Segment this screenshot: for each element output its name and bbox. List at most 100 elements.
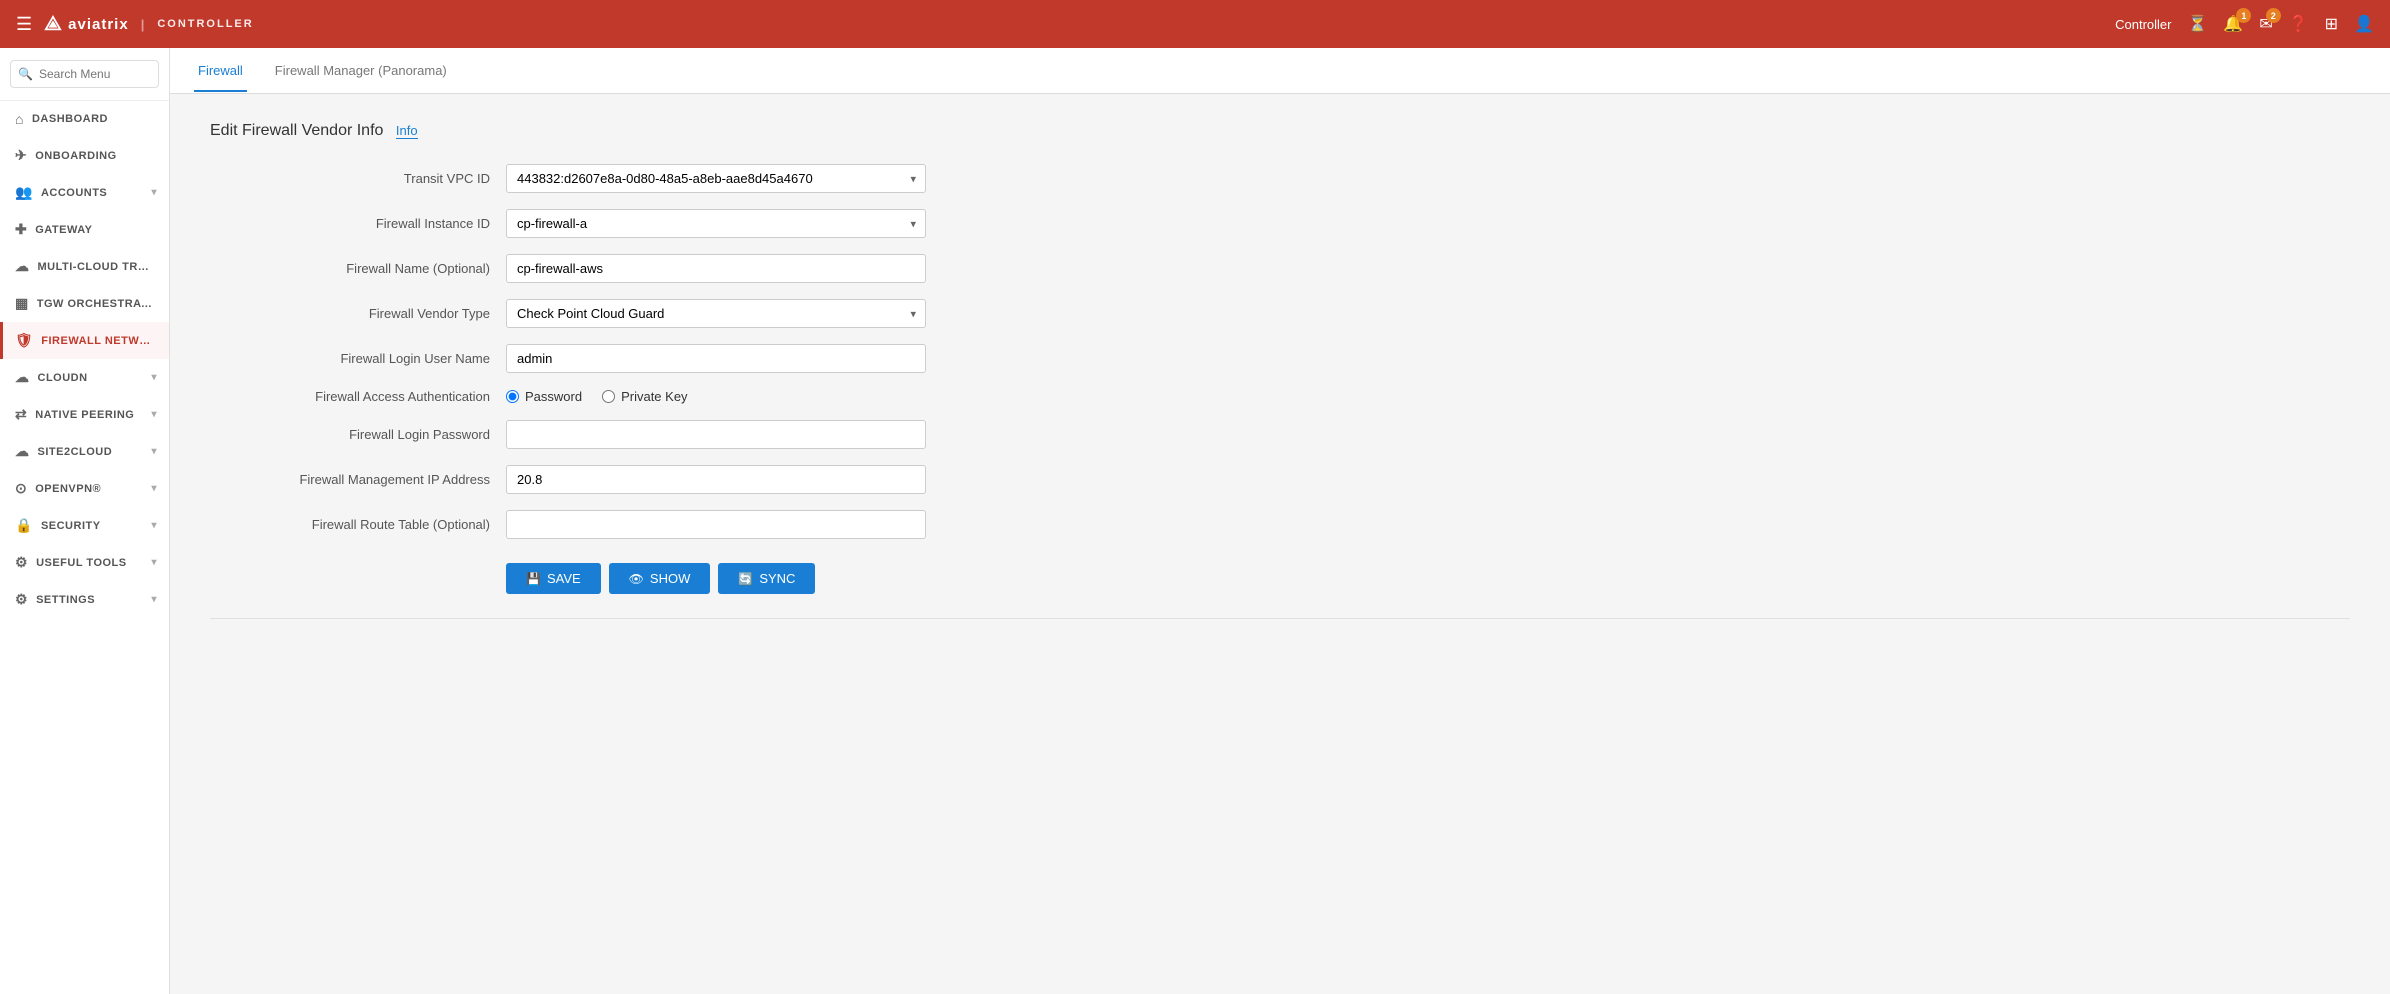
sidebar-item-label: Gateway [35, 224, 92, 236]
sidebar-item-multi-cloud[interactable]: ☁ Multi-Cloud Tran… [0, 248, 169, 285]
sidebar-item-settings[interactable]: ⚙ Settings ▾ [0, 581, 169, 618]
route-table-control [506, 510, 926, 539]
mgmt-ip-row: Firewall Management IP Address [210, 465, 1110, 494]
user-icon[interactable]: 👤 [2354, 14, 2374, 34]
sidebar-item-label: Site2Cloud [38, 446, 113, 458]
chevron-down-icon: ▾ [151, 187, 157, 198]
firewall-instance-id-row: Firewall Instance ID cp-firewall-a [210, 209, 1110, 238]
sidebar-item-label: TGW Orchestrato… [37, 298, 157, 310]
sidebar-item-label: Multi-Cloud Tran… [38, 261, 158, 273]
login-username-input[interactable] [506, 344, 926, 373]
sync-icon: 🔄 [738, 572, 753, 586]
show-button[interactable]: 👁 SHOW [609, 563, 711, 594]
firewall-instance-id-select[interactable]: cp-firewall-a [506, 209, 926, 238]
auth-row: Firewall Access Authentication Password … [210, 389, 1110, 404]
firewall-vendor-control: Check Point Cloud Guard Palo Alto Fortin… [506, 299, 926, 328]
chevron-down-icon: ▾ [151, 594, 157, 605]
tab-firewall[interactable]: Firewall [194, 51, 247, 92]
transit-vpc-id-row: Transit VPC ID 443832:d2607e8a-0d80-48a5… [210, 164, 1110, 193]
auth-privatekey-option[interactable]: Private Key [602, 389, 687, 404]
sidebar: 🔍 ⌂ Dashboard ✈ Onboarding 👥 Accounts ▾ … [0, 48, 170, 994]
firewall-vendor-label: Firewall Vendor Type [210, 306, 490, 321]
login-password-row: Firewall Login Password [210, 420, 1110, 449]
firewall-vendor-select[interactable]: Check Point Cloud Guard Palo Alto Fortin… [506, 299, 926, 328]
tab-bar: Firewall Firewall Manager (Panorama) [170, 48, 2390, 94]
dashboard-nav-icon: ⌂ [15, 111, 24, 127]
logo-separator: | [141, 17, 146, 32]
sidebar-item-accounts[interactable]: 👥 Accounts ▾ [0, 174, 169, 211]
gateway-nav-icon: ✚ [15, 221, 27, 238]
firewall-name-control [506, 254, 926, 283]
chevron-down-icon: ▾ [151, 409, 157, 420]
security-nav-icon: 🔒 [15, 517, 33, 534]
firewall-instance-id-control: cp-firewall-a [506, 209, 926, 238]
firewall-instance-id-label: Firewall Instance ID [210, 216, 490, 231]
show-icon: 👁 [629, 572, 644, 586]
sync-button[interactable]: 🔄 SYNC [718, 563, 815, 594]
save-button[interactable]: 💾 SAVE [506, 563, 601, 594]
sidebar-item-cloudn[interactable]: ☁ CloudN ▾ [0, 359, 169, 396]
sidebar-item-tgw[interactable]: ▦ TGW Orchestrato… [0, 285, 169, 322]
cloudn-nav-icon: ☁ [15, 369, 30, 386]
transit-vpc-id-control: 443832:d2607e8a-0d80-48a5-a8eb-aae8d45a4… [506, 164, 926, 193]
sidebar-item-native-peering[interactable]: ⇄ Native Peering ▾ [0, 396, 169, 433]
tab-firewall-manager[interactable]: Firewall Manager (Panorama) [271, 51, 451, 92]
sidebar-item-onboarding[interactable]: ✈ Onboarding [0, 137, 169, 174]
site2cloud-nav-icon: ☁ [15, 443, 30, 460]
sidebar-item-useful-tools[interactable]: ⚙ Useful Tools ▾ [0, 544, 169, 581]
mgmt-ip-input[interactable] [506, 465, 926, 494]
onboarding-nav-icon: ✈ [15, 147, 27, 164]
save-icon: 💾 [526, 572, 541, 586]
openvpn-nav-icon: ⊙ [15, 480, 27, 497]
firewall-nav-icon: 🛡 [15, 332, 33, 349]
accounts-nav-icon: 👥 [15, 184, 33, 201]
sidebar-item-firewall[interactable]: 🛡 Firewall Networ… [0, 322, 169, 359]
button-row: 💾 SAVE 👁 SHOW 🔄 SYNC [210, 563, 1110, 594]
notification-badge-2: 2 [2266, 8, 2281, 23]
auth-password-radio[interactable] [506, 390, 519, 403]
route-table-label: Firewall Route Table (Optional) [210, 517, 490, 532]
firewall-name-input[interactable] [506, 254, 926, 283]
show-label: SHOW [650, 571, 690, 586]
auth-password-option[interactable]: Password [506, 389, 582, 404]
page-title: Edit Firewall Vendor Info Info [210, 122, 2350, 140]
sidebar-nav: ⌂ Dashboard ✈ Onboarding 👥 Accounts ▾ ✚ … [0, 101, 169, 618]
auth-privatekey-label: Private Key [621, 389, 687, 404]
sync-label: SYNC [759, 571, 795, 586]
login-password-control [506, 420, 926, 449]
info-link[interactable]: Info [396, 123, 418, 139]
main-content: Firewall Firewall Manager (Panorama) Edi… [170, 48, 2390, 994]
notifications-bell-icon[interactable]: 🔔 1 [2223, 14, 2243, 34]
sidebar-item-label: Useful Tools [36, 557, 127, 569]
sidebar-item-openvpn[interactable]: ⊙ OpenVPN® ▾ [0, 470, 169, 507]
settings-nav-icon: ⚙ [15, 591, 28, 608]
auth-label: Firewall Access Authentication [210, 389, 490, 404]
sidebar-item-label: OpenVPN® [35, 483, 101, 495]
sidebar-item-label: Security [41, 520, 101, 532]
sidebar-item-label: Onboarding [35, 150, 116, 162]
hamburger-menu[interactable]: ☰ [16, 14, 32, 35]
sidebar-item-gateway[interactable]: ✚ Gateway [0, 211, 169, 248]
page-divider [210, 618, 2350, 619]
controller-label-logo: Controller [157, 18, 253, 30]
sidebar-item-site2cloud[interactable]: ☁ Site2Cloud ▾ [0, 433, 169, 470]
chevron-down-icon: ▾ [151, 446, 157, 457]
chevron-down-icon: ▾ [151, 372, 157, 383]
grid-icon[interactable]: ⊞ [2325, 14, 2338, 34]
sidebar-item-dashboard[interactable]: ⌂ Dashboard [0, 101, 169, 137]
messages-icon[interactable]: ✉ 2 [2259, 14, 2272, 34]
login-password-input[interactable] [506, 420, 926, 449]
chevron-down-icon: ▾ [151, 483, 157, 494]
login-username-control [506, 344, 926, 373]
login-username-label: Firewall Login User Name [210, 351, 490, 366]
firewall-name-row: Firewall Name (Optional) [210, 254, 1110, 283]
auth-privatekey-radio[interactable] [602, 390, 615, 403]
sidebar-item-security[interactable]: 🔒 Security ▾ [0, 507, 169, 544]
brand-name: aviatrix [68, 16, 129, 33]
route-table-input[interactable] [506, 510, 926, 539]
transit-vpc-id-select[interactable]: 443832:d2607e8a-0d80-48a5-a8eb-aae8d45a4… [506, 164, 926, 193]
timer-icon[interactable]: ⏳ [2188, 14, 2208, 34]
tgw-nav-icon: ▦ [15, 295, 29, 312]
chevron-down-icon: ▾ [151, 557, 157, 568]
help-icon[interactable]: ❓ [2289, 14, 2309, 34]
